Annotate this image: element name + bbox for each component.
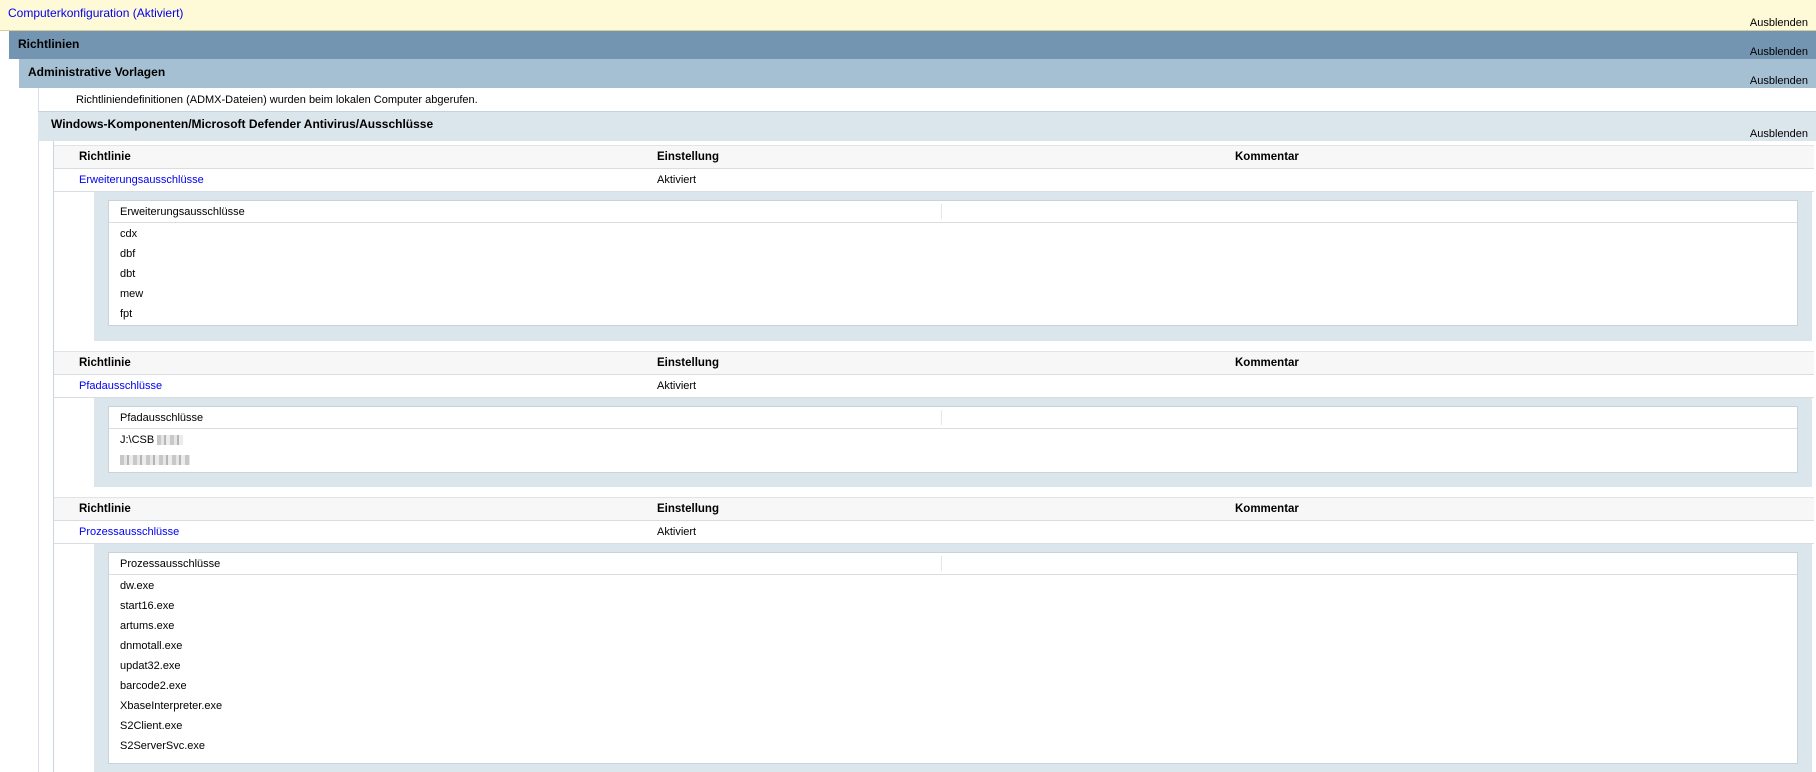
policy-table-header: Richtlinie Einstellung Kommentar — [54, 145, 1814, 169]
list-item: fpt — [109, 303, 1797, 323]
list-item-text: S2Client.exe — [120, 720, 183, 732]
list-item-text: cdx — [120, 228, 138, 240]
list-item: S2Client.exe — [109, 715, 1797, 735]
col-comment: Kommentar — [1235, 503, 1299, 515]
computer-config-header[interactable]: Computerkonfiguration (Aktiviert) Ausble… — [0, 0, 1816, 31]
policies-hide-link[interactable]: Ausblenden — [1750, 46, 1808, 59]
col-comment: Kommentar — [1235, 357, 1299, 369]
col-policy: Richtlinie — [79, 357, 131, 369]
policies-header[interactable]: Richtlinien Ausblenden — [9, 31, 1816, 59]
col-setting: Einstellung — [657, 151, 719, 163]
list-item: cdx — [109, 223, 1797, 243]
list-item-text: dw.exe — [120, 580, 155, 592]
policy-setting: Aktiviert — [657, 174, 697, 186]
policy-setting: Aktiviert — [657, 380, 697, 392]
list-title: Pfadausschlüsse — [120, 412, 204, 424]
admin-templates-title: Administrative Vorlagen — [28, 65, 166, 79]
list-item — [109, 449, 1797, 469]
policy-link-extension-exclusions[interactable]: Erweiterungsausschlüsse — [79, 174, 204, 186]
path-exclusions-panel: Pfadausschlüsse J:\CSB — [94, 398, 1812, 487]
policy-table-processes: Richtlinie Einstellung Kommentar Prozess… — [54, 497, 1814, 544]
list-item-text: start16.exe — [120, 600, 175, 612]
list-header: Pfadausschlüsse — [109, 407, 1797, 429]
list-item: dnmotall.exe — [109, 635, 1797, 655]
redacted-block — [157, 435, 184, 446]
admin-templates-header[interactable]: Administrative Vorlagen Ausblenden — [19, 59, 1816, 88]
list-item: barcode2.exe — [109, 675, 1797, 695]
path-exclusions-list: Pfadausschlüsse J:\CSB — [108, 406, 1798, 473]
list-item-text: XbaseInterpreter.exe — [120, 700, 223, 712]
redacted-block — [120, 455, 190, 466]
policy-link-path-exclusions[interactable]: Pfadausschlüsse — [79, 380, 162, 392]
col-setting: Einstellung — [657, 503, 719, 515]
computer-config-hide-link[interactable]: Ausblenden — [1750, 17, 1808, 30]
list-item: J:\CSB — [109, 429, 1797, 449]
list-item: start16.exe — [109, 595, 1797, 615]
list-header: Prozessausschlüsse — [109, 553, 1797, 575]
computer-config-title[interactable]: Computerkonfiguration (Aktiviert) — [8, 6, 183, 20]
list-item: S2ServerSvc.exe — [109, 735, 1797, 755]
list-item-text — [120, 454, 190, 466]
policy-setting: Aktiviert — [657, 526, 697, 538]
list-item-text: updat32.exe — [120, 660, 181, 672]
list-item-text: fpt — [120, 308, 133, 320]
policy-row: Erweiterungsausschlüsse Aktiviert — [54, 169, 1814, 192]
admx-note: Richtliniendefinitionen (ADMX-Dateien) w… — [76, 94, 478, 106]
list-item-text: S2ServerSvc.exe — [120, 740, 205, 752]
list-header: Erweiterungsausschlüsse — [109, 201, 1797, 223]
component-header[interactable]: Windows-Komponenten/Microsoft Defender A… — [38, 111, 1816, 141]
list-item: XbaseInterpreter.exe — [109, 695, 1797, 715]
policy-table-header: Richtlinie Einstellung Kommentar — [54, 497, 1814, 521]
list-item-text: dnmotall.exe — [120, 640, 183, 652]
list-item-text: barcode2.exe — [120, 680, 187, 692]
component-hide-link[interactable]: Ausblenden — [1750, 128, 1808, 141]
list-item: dw.exe — [109, 575, 1797, 595]
process-exclusions-panel: Prozessausschlüsse dw.exe start16.exe ar… — [94, 544, 1812, 772]
list-item-text: artums.exe — [120, 620, 175, 632]
list-title: Erweiterungsausschlüsse — [120, 206, 245, 218]
policy-row: Pfadausschlüsse Aktiviert — [54, 375, 1814, 398]
policy-table-extensions: Richtlinie Einstellung Kommentar Erweite… — [54, 145, 1814, 192]
list-item: dbt — [109, 263, 1797, 283]
col-comment: Kommentar — [1235, 151, 1299, 163]
col-policy: Richtlinie — [79, 503, 131, 515]
list-item-text: dbf — [120, 248, 136, 260]
list-item-text: mew — [120, 288, 144, 300]
col-policy: Richtlinie — [79, 151, 131, 163]
list-item-text: dbt — [120, 268, 136, 280]
path-text: J:\CSB — [120, 434, 155, 446]
policy-link-process-exclusions[interactable]: Prozessausschlüsse — [79, 526, 179, 538]
list-item: artums.exe — [109, 615, 1797, 635]
extension-exclusions-list: Erweiterungsausschlüsse cdx dbf dbt mew … — [108, 200, 1798, 326]
list-item-text: J:\CSB — [120, 434, 184, 446]
list-item: mew — [109, 283, 1797, 303]
col-setting: Einstellung — [657, 357, 719, 369]
extension-exclusions-panel: Erweiterungsausschlüsse cdx dbf dbt mew … — [94, 192, 1812, 341]
admin-templates-hide-link[interactable]: Ausblenden — [1750, 75, 1808, 88]
tree-indent-line — [53, 141, 54, 772]
policies-title: Richtlinien — [18, 37, 80, 51]
process-exclusions-list: Prozessausschlüsse dw.exe start16.exe ar… — [108, 552, 1798, 764]
list-title: Prozessausschlüsse — [120, 558, 221, 570]
policy-table-paths: Richtlinie Einstellung Kommentar Pfadaus… — [54, 351, 1814, 398]
list-item: updat32.exe — [109, 655, 1797, 675]
policy-table-header: Richtlinie Einstellung Kommentar — [54, 351, 1814, 375]
list-item: dbf — [109, 243, 1797, 263]
policy-row: Prozessausschlüsse Aktiviert — [54, 521, 1814, 544]
component-title: Windows-Komponenten/Microsoft Defender A… — [51, 117, 434, 131]
tree-indent-line — [38, 88, 39, 772]
